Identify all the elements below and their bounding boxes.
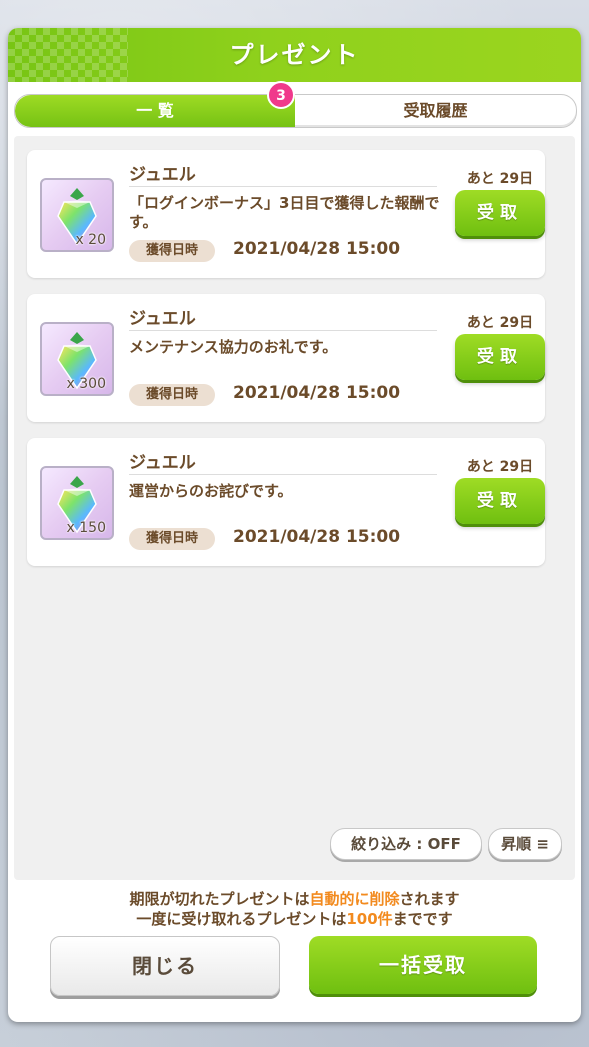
- notice-highlight: 自動的に削除: [309, 890, 400, 908]
- bulk-receive-button[interactable]: 一括受取: [309, 936, 537, 994]
- date-label: 獲得日時: [129, 528, 215, 550]
- tab-list[interactable]: 一 覧: [15, 95, 295, 127]
- item-description: 運営からのお詫びです。: [129, 482, 293, 500]
- notice-text: されます: [399, 890, 460, 908]
- divider: [129, 474, 437, 475]
- present-list: x 20 ジュエル 「ログインボーナス」3日目で獲得した報酬です。 獲得日時 2…: [14, 136, 575, 880]
- date-label: 獲得日時: [129, 240, 215, 262]
- filter-label: 絞り込み : OFF: [351, 835, 461, 853]
- notice-line-1: 期限が切れたプレゼントは自動的に削除されます: [8, 888, 581, 909]
- receive-button[interactable]: 受取: [455, 190, 545, 236]
- sort-label: 昇順: [501, 835, 532, 853]
- acquired-date: 2021/04/28 15:00: [233, 239, 401, 259]
- item-quantity: x 20: [75, 232, 106, 248]
- item-description: メンテナンス協力のお礼です。: [129, 338, 338, 356]
- remaining-days: あと 29日: [466, 315, 534, 331]
- present-dialog: プレゼント 一 覧 受取履歴 3 x 20 ジュエル 「ログインボーナス」3日目…: [8, 28, 581, 1022]
- tab-history[interactable]: 受取履歴: [295, 95, 576, 127]
- jewel-item-icon: x 20: [40, 178, 114, 252]
- sort-lines-icon: ≡: [536, 835, 549, 853]
- tab-bar: 一 覧 受取履歴: [14, 94, 577, 128]
- item-name: ジュエル: [129, 453, 196, 473]
- remaining-days: あと 29日: [466, 171, 534, 187]
- notice-highlight: 100件: [346, 910, 393, 928]
- close-button[interactable]: 閉じる: [50, 936, 280, 996]
- present-card: x 20 ジュエル 「ログインボーナス」3日目で獲得した報酬です。 獲得日時 2…: [27, 150, 545, 278]
- item-name: ジュエル: [129, 309, 196, 329]
- divider: [129, 330, 437, 331]
- filter-button[interactable]: 絞り込み : OFF: [330, 828, 482, 860]
- receive-button[interactable]: 受取: [455, 334, 545, 380]
- jewel-item-icon: x 300: [40, 322, 114, 396]
- notice-text: 期限が切れたプレゼントは: [129, 890, 310, 908]
- dialog-title: プレゼント: [229, 41, 360, 69]
- item-quantity: x 150: [66, 520, 106, 536]
- dialog-header: プレゼント: [8, 28, 581, 82]
- item-description: 「ログインボーナス」3日目で獲得した報酬です。: [129, 194, 440, 231]
- unread-count-badge: 3: [267, 81, 295, 109]
- remaining-days: あと 29日: [466, 459, 534, 475]
- jewel-item-icon: x 150: [40, 466, 114, 540]
- acquired-date: 2021/04/28 15:00: [233, 383, 401, 403]
- sort-order-button[interactable]: 昇順 ≡: [488, 828, 562, 860]
- notice-text: までです: [392, 910, 453, 928]
- acquired-date: 2021/04/28 15:00: [233, 527, 401, 547]
- item-quantity: x 300: [66, 376, 106, 392]
- date-label: 獲得日時: [129, 384, 215, 406]
- item-name: ジュエル: [129, 165, 196, 185]
- divider: [129, 186, 437, 187]
- present-card: x 300 ジュエル メンテナンス協力のお礼です。 獲得日時 2021/04/2…: [27, 294, 545, 422]
- receive-button[interactable]: 受取: [455, 478, 545, 524]
- notice-text: 一度に受け取れるプレゼントは: [136, 910, 347, 928]
- notice-line-2: 一度に受け取れるプレゼントは100件までです: [8, 908, 581, 929]
- present-card: x 150 ジュエル 運営からのお詫びです。 獲得日時 2021/04/28 1…: [27, 438, 545, 566]
